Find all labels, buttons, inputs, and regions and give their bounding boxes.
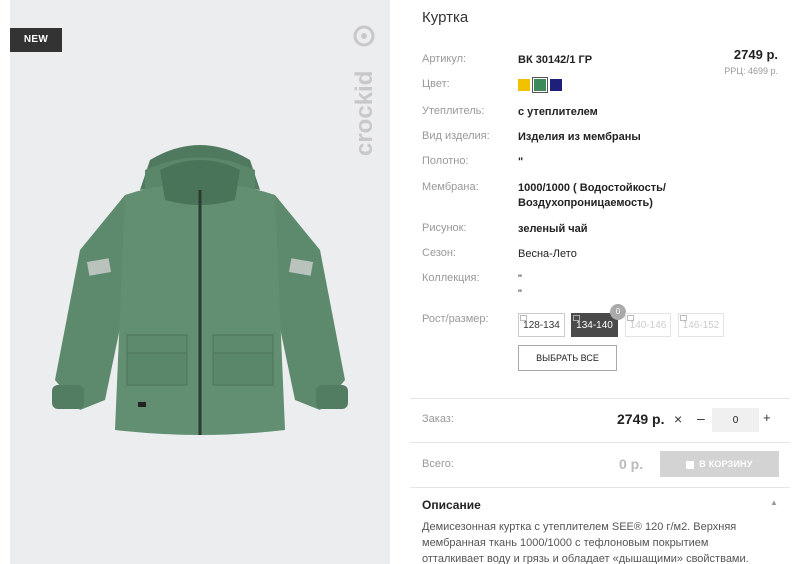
product-title: Куртка — [422, 9, 469, 26]
divider — [410, 487, 790, 488]
multiply-icon: × — [674, 411, 683, 427]
spec-label: Артикул: — [422, 53, 467, 65]
size-option-146-152[interactable]: 146-152 — [678, 313, 724, 337]
spec-label: Коллекция: — [422, 272, 480, 284]
cart-button-label: В КОРЗИНУ — [699, 459, 753, 469]
product-price: 2749 р. — [733, 47, 778, 62]
size-label: 140-146 — [629, 320, 667, 331]
size-option-128-134[interactable]: 128-134 — [518, 313, 565, 337]
recommended-price: РРЦ: 4699 р. — [724, 66, 778, 76]
color-swatch-navy[interactable] — [550, 79, 562, 91]
spec-value: Весна-Лето — [518, 248, 577, 260]
add-to-cart-button[interactable]: В КОРЗИНУ — [660, 451, 779, 477]
select-all-button[interactable]: ВЫБРАТЬ ВСЕ — [518, 345, 617, 371]
color-swatch-yellow[interactable] — [518, 79, 530, 91]
size-checkbox-icon — [520, 315, 527, 321]
product-image-panel[interactable]: NEW crockid — [10, 0, 390, 564]
total-label: Всего: — [422, 458, 454, 470]
color-swatch-green[interactable] — [532, 77, 548, 93]
spec-label: Мембрана: — [422, 181, 479, 193]
description-title[interactable]: Описание — [422, 498, 481, 512]
divider — [410, 442, 790, 443]
size-label: 134-140 — [576, 320, 613, 331]
quantity-increase-button[interactable]: + — [763, 410, 771, 425]
size-checkbox-icon — [627, 315, 634, 321]
price-block: 2749 р. РРЦ: 4699 р. — [724, 47, 778, 76]
spec-label: Утеплитель: — [422, 105, 485, 117]
spec-label: Рисунок: — [422, 222, 467, 234]
quantity-decrease-button[interactable]: – — [697, 410, 705, 426]
total-value: 0 р. — [619, 456, 644, 472]
size-checkbox-icon — [680, 315, 687, 321]
quantity-input[interactable] — [712, 408, 759, 432]
spec-label: Сезон: — [422, 247, 456, 259]
size-checkbox-icon — [573, 315, 580, 321]
collapse-caret-icon[interactable]: ▲ — [770, 498, 778, 507]
spec-value: " " — [518, 273, 522, 300]
size-label: 128-134 — [523, 320, 560, 331]
spec-label: Цвет: — [422, 78, 450, 90]
size-label: 146-152 — [682, 320, 720, 331]
spec-label: Вид изделия: — [422, 130, 490, 142]
jacket-illustration — [52, 145, 348, 435]
spec-value: 1000/1000 ( Водостойкость/ Воздухопрониц… — [518, 182, 666, 209]
cart-icon — [686, 460, 695, 469]
divider — [410, 398, 790, 399]
spec-label: Полотно: — [422, 155, 469, 167]
description-text: Демисезонная куртка с утеплителем SEE® 1… — [422, 521, 749, 564]
spec-label: Рост/размер: — [422, 313, 489, 325]
spec-value: с утеплителем — [518, 106, 598, 118]
size-option-140-146[interactable]: 140-146 — [625, 313, 671, 337]
new-badge: NEW — [10, 28, 62, 52]
spec-value: зеленый чай — [518, 223, 588, 235]
spec-value: " — [518, 156, 524, 168]
spec-value: ВК 30142/1 ГР — [518, 54, 593, 66]
order-label: Заказ: — [422, 413, 454, 425]
spec-value: Изделия из мембраны — [518, 131, 641, 143]
size-count-badge: 0 — [610, 304, 626, 320]
order-price: 2749 р. — [617, 411, 665, 427]
